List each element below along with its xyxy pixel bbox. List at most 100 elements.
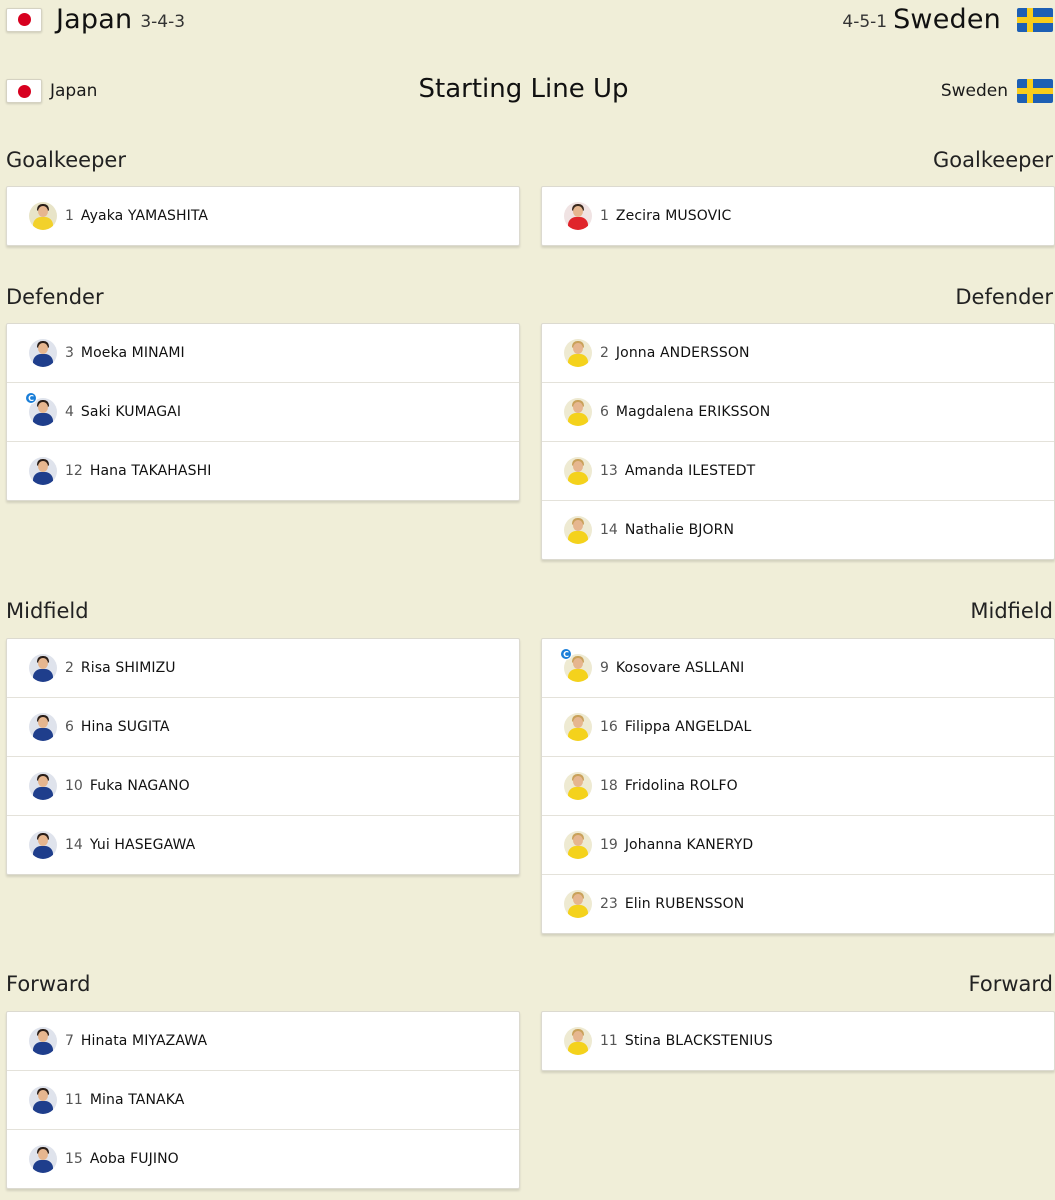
player-name[interactable]: Elin RUBENSSON: [625, 896, 745, 912]
player-name[interactable]: Hinata MIYAZAWA: [81, 1033, 207, 1049]
player-avatar[interactable]: [29, 831, 57, 859]
lineup-away-team: Sweden: [941, 79, 1053, 103]
player-avatar[interactable]: [29, 1145, 57, 1173]
away-formation: 4-5-1: [842, 12, 888, 32]
player-name[interactable]: Fridolina ROLFO: [625, 778, 738, 794]
player-name[interactable]: Fuka NAGANO: [90, 778, 190, 794]
home-defender-title: Defender: [6, 285, 104, 309]
player-name[interactable]: Ayaka YAMASHITA: [81, 208, 208, 224]
player-name[interactable]: Nathalie BJORN: [625, 522, 734, 538]
shirt-number: 14: [600, 522, 618, 538]
player-row[interactable]: 2 Jonna ANDERSSON: [542, 324, 1054, 382]
shirt-number: 2: [65, 660, 74, 676]
home-goalkeeper-card: 1 Ayaka YAMASHITA: [6, 186, 520, 246]
away-defender-title: Defender: [955, 285, 1053, 309]
player-avatar[interactable]: [29, 339, 57, 367]
player-name[interactable]: Kosovare ASLLANI: [616, 660, 744, 676]
away-goalkeeper-title: Goalkeeper: [933, 148, 1053, 172]
player-avatar[interactable]: [29, 202, 57, 230]
shirt-number: 16: [600, 719, 618, 735]
player-avatar[interactable]: [564, 339, 592, 367]
player-avatar[interactable]: [29, 713, 57, 741]
away-defender-card: 2 Jonna ANDERSSON 6 Magdalena ERIKSSON 13 Ama…: [541, 323, 1055, 560]
player-name[interactable]: Mina TANAKA: [90, 1092, 185, 1108]
japan-flag-icon: [6, 7, 42, 32]
player-row[interactable]: 11 Stina BLACKSTENIUS: [542, 1012, 1054, 1070]
player-row[interactable]: 11 Mina TANAKA: [7, 1070, 519, 1129]
home-defender-card: 3 Moeka MINAMI C 4 Saki KUMAGAI 12 Hana TAKAHA…: [6, 323, 520, 501]
player-avatar[interactable]: [564, 713, 592, 741]
player-row[interactable]: 7 Hinata MIYAZAWA: [7, 1012, 519, 1070]
home-midfield-card: 2 Risa SHIMIZU 6 Hina SUGITA 10 Fuka NAGANO 14…: [6, 638, 520, 875]
player-avatar[interactable]: [564, 1027, 592, 1055]
shirt-number: 6: [65, 719, 74, 735]
player-name[interactable]: Jonna ANDERSSON: [616, 345, 750, 361]
away-goalkeeper-card: 1 Zecira MUSOVIC: [541, 186, 1055, 246]
player-avatar[interactable]: [29, 457, 57, 485]
player-name[interactable]: Hina SUGITA: [81, 719, 170, 735]
player-name[interactable]: Saki KUMAGAI: [81, 404, 181, 420]
player-row[interactable]: C 4 Saki KUMAGAI: [7, 382, 519, 441]
player-row[interactable]: 15 Aoba FUJINO: [7, 1129, 519, 1188]
sweden-flag-icon: [1017, 7, 1053, 32]
shirt-number: 12: [65, 463, 83, 479]
player-avatar[interactable]: [564, 772, 592, 800]
lineup-away-label: Sweden: [940, 81, 1008, 101]
player-avatar[interactable]: [564, 202, 592, 230]
lineup-title: Starting Line Up: [418, 74, 629, 104]
shirt-number: 13: [600, 463, 618, 479]
captain-icon: C: [25, 392, 37, 404]
player-row[interactable]: 14 Nathalie BJORN: [542, 500, 1054, 559]
shirt-number: 2: [600, 345, 609, 361]
away-midfield-card: C 9 Kosovare ASLLANI 16 Filippa ANGELDAL 18 Fr…: [541, 638, 1055, 934]
player-name[interactable]: Stina BLACKSTENIUS: [625, 1033, 773, 1049]
player-avatar[interactable]: [29, 654, 57, 682]
away-team-name[interactable]: Sweden: [893, 4, 1001, 35]
home-forward-card: 7 Hinata MIYAZAWA 11 Mina TANAKA 15 Aoba FUJI…: [6, 1011, 520, 1189]
player-row[interactable]: 1 Zecira MUSOVIC: [542, 187, 1054, 245]
shirt-number: 1: [65, 208, 74, 224]
away-midfield-title: Midfield: [970, 599, 1053, 623]
player-name[interactable]: Yui HASEGAWA: [90, 837, 196, 853]
player-row[interactable]: 19 Johanna KANERYD: [542, 815, 1054, 874]
lineup-header: Japan Starting Line Up Sweden: [0, 70, 1055, 114]
player-name[interactable]: Magdalena ERIKSSON: [616, 404, 770, 420]
home-goalkeeper-title: Goalkeeper: [6, 148, 126, 172]
player-name[interactable]: Filippa ANGELDAL: [625, 719, 752, 735]
away-forward-card: 11 Stina BLACKSTENIUS: [541, 1011, 1055, 1071]
player-row[interactable]: 13 Amanda ILESTEDT: [542, 441, 1054, 500]
player-row[interactable]: 1 Ayaka YAMASHITA: [7, 187, 519, 245]
player-row[interactable]: 12 Hana TAKAHASHI: [7, 441, 519, 500]
player-name[interactable]: Risa SHIMIZU: [81, 660, 176, 676]
home-team-name[interactable]: Japan: [56, 4, 132, 35]
match-header: Japan 3-4-3 4-5-1 Sweden: [0, 0, 1055, 44]
home-team-header[interactable]: Japan 3-4-3: [6, 4, 185, 35]
player-row[interactable]: 14 Yui HASEGAWA: [7, 815, 519, 874]
player-name[interactable]: Zecira MUSOVIC: [616, 208, 731, 224]
player-name[interactable]: Moeka MINAMI: [81, 345, 185, 361]
player-row[interactable]: 23 Elin RUBENSSON: [542, 874, 1054, 933]
player-avatar[interactable]: [564, 516, 592, 544]
player-avatar[interactable]: [29, 1027, 57, 1055]
player-avatar[interactable]: [564, 398, 592, 426]
player-avatar[interactable]: [564, 831, 592, 859]
player-row[interactable]: 16 Filippa ANGELDAL: [542, 697, 1054, 756]
player-row[interactable]: 3 Moeka MINAMI: [7, 324, 519, 382]
player-avatar[interactable]: [564, 890, 592, 918]
player-row[interactable]: 10 Fuka NAGANO: [7, 756, 519, 815]
player-avatar[interactable]: [29, 1086, 57, 1114]
away-team-header[interactable]: 4-5-1 Sweden: [842, 4, 1053, 35]
shirt-number: 4: [65, 404, 74, 420]
player-row[interactable]: 6 Magdalena ERIKSSON: [542, 382, 1054, 441]
player-row[interactable]: C 9 Kosovare ASLLANI: [542, 639, 1054, 697]
player-avatar[interactable]: [564, 457, 592, 485]
shirt-number: 3: [65, 345, 74, 361]
player-row[interactable]: 2 Risa SHIMIZU: [7, 639, 519, 697]
player-name[interactable]: Aoba FUJINO: [90, 1151, 179, 1167]
player-row[interactable]: 6 Hina SUGITA: [7, 697, 519, 756]
player-name[interactable]: Amanda ILESTEDT: [625, 463, 755, 479]
player-name[interactable]: Johanna KANERYD: [625, 837, 753, 853]
player-name[interactable]: Hana TAKAHASHI: [90, 463, 212, 479]
player-row[interactable]: 18 Fridolina ROLFO: [542, 756, 1054, 815]
player-avatar[interactable]: [29, 772, 57, 800]
